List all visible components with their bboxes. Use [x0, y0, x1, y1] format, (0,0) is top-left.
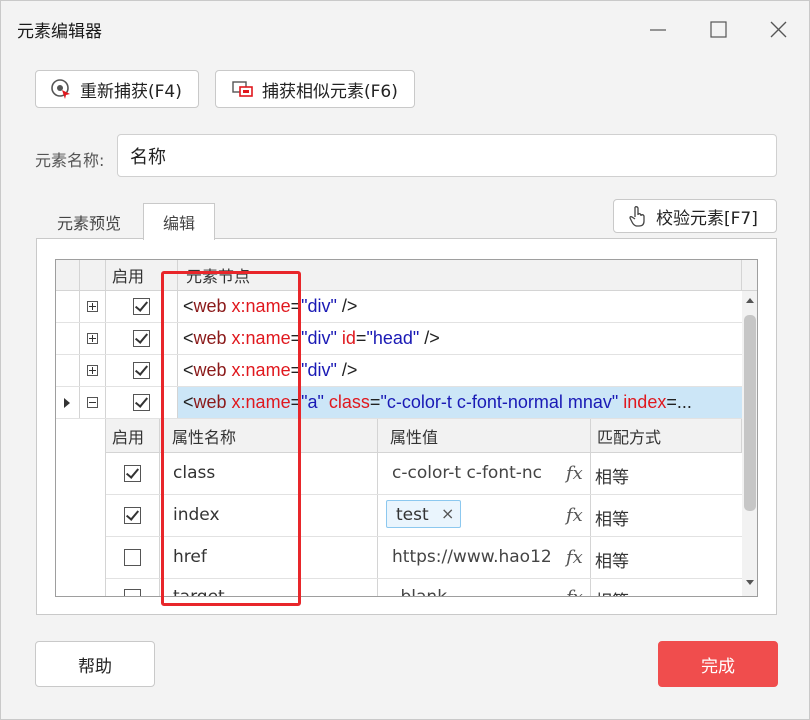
done-button[interactable]: 完成 — [658, 641, 778, 687]
recapture-label: 重新捕获(F4) — [80, 81, 182, 102]
highlight-box — [161, 271, 301, 606]
attr-value-tag[interactable]: test × — [386, 500, 461, 528]
fx-icon[interactable]: fx — [566, 547, 583, 568]
tag-text: test — [396, 505, 429, 525]
capture-similar-label: 捕获相似元素(F6) — [262, 81, 398, 102]
expand-icon[interactable] — [87, 365, 98, 376]
grid-header-indicator — [56, 260, 80, 291]
fx-icon[interactable]: fx — [566, 587, 583, 596]
maximize-button[interactable] — [695, 9, 741, 49]
code-token: "head" — [366, 328, 420, 348]
recapture-icon — [51, 79, 70, 99]
code-token: = — [355, 328, 367, 348]
tag-remove-icon[interactable]: × — [441, 504, 454, 523]
code-token: /> — [419, 328, 440, 348]
attr-header-match: 匹配方式 — [591, 419, 742, 453]
collapse-icon[interactable] — [87, 397, 98, 408]
validate-element-button[interactable]: 校验元素[F7] — [613, 199, 777, 233]
help-button[interactable]: 帮助 — [35, 641, 155, 687]
tree-row[interactable]: <web x:name="div" /> — [56, 355, 742, 387]
code-token: /> — [336, 296, 358, 316]
expand-icon[interactable] — [87, 301, 98, 312]
minimize-icon — [650, 29, 666, 31]
validate-label: 校验元素[F7] — [656, 208, 758, 229]
close-icon — [770, 21, 787, 38]
code-token: /> — [336, 360, 358, 380]
attr-match[interactable]: 相等 — [595, 463, 629, 488]
capture-similar-button[interactable]: 捕获相似元素(F6) — [215, 70, 415, 108]
hand-pointer-icon — [629, 206, 645, 227]
maximize-icon — [710, 21, 727, 38]
attr-value[interactable]: c-color-t c-font-nc — [392, 463, 550, 483]
attr-match[interactable]: 相等 — [595, 587, 629, 596]
attr-match[interactable]: 相等 — [595, 505, 629, 530]
tree-row[interactable]: <web x:name="div" /> — [56, 291, 742, 323]
window-title: 元素编辑器 — [17, 22, 102, 42]
tab-element-preview[interactable]: 元素预览 — [37, 204, 141, 239]
capture-similar-icon — [232, 81, 253, 97]
tree-row[interactable]: <web x:name="div" id="head" /> — [56, 323, 742, 355]
current-row-arrow-icon — [64, 398, 70, 408]
attr-enable-checkbox[interactable] — [124, 507, 141, 524]
minimize-button[interactable] — [634, 9, 680, 49]
tree-row-selected[interactable]: <web x:name="a" class="c-color-t c-font-… — [56, 387, 742, 419]
scroll-down-icon[interactable] — [745, 579, 755, 587]
attr-header-enable: 启用 — [106, 419, 160, 453]
grid-header-expand — [80, 260, 106, 291]
attr-value[interactable]: https://www.hao12 — [392, 547, 550, 567]
element-name-input[interactable]: 名称 — [117, 134, 777, 177]
code-token: "a" — [301, 392, 324, 412]
code-token: "div" — [301, 328, 337, 348]
row-enable-checkbox[interactable] — [133, 394, 150, 411]
code-token: =... — [666, 392, 692, 412]
vertical-scrollbar[interactable] — [742, 291, 757, 596]
code-token: id — [341, 328, 356, 348]
attr-value[interactable]: _blank — [392, 587, 550, 596]
fx-icon[interactable]: fx — [566, 505, 583, 526]
scrollbar-thumb[interactable] — [744, 315, 756, 511]
code-token: = — [369, 392, 381, 412]
attr-enable-checkbox[interactable] — [124, 465, 141, 482]
code-token: "c-color-t c-font-normal mnav" — [380, 392, 619, 412]
attr-match[interactable]: 相等 — [595, 547, 629, 572]
code-token: index — [623, 392, 667, 412]
code-token: class — [328, 392, 370, 412]
expand-icon[interactable] — [87, 333, 98, 344]
row-enable-checkbox[interactable] — [133, 362, 150, 379]
element-editor-window: 元素编辑器 重新捕获(F4) 捕获相似元素(F6) 元素名称: 名称 元素预览 … — [0, 0, 810, 720]
attr-header-value: 属性值 — [378, 419, 591, 453]
row-enable-checkbox[interactable] — [133, 298, 150, 315]
grid-header-corner — [742, 260, 757, 291]
close-button[interactable] — [755, 9, 801, 49]
attr-enable-checkbox[interactable] — [124, 589, 141, 596]
recapture-button[interactable]: 重新捕获(F4) — [35, 70, 199, 108]
scroll-up-icon[interactable] — [745, 296, 755, 304]
fx-icon[interactable]: fx — [566, 463, 583, 484]
element-name-label: 元素名称: — [35, 151, 105, 170]
row-enable-checkbox[interactable] — [133, 330, 150, 347]
attr-enable-checkbox[interactable] — [124, 549, 141, 566]
code-token: "div" — [301, 296, 337, 316]
code-token: "div" — [301, 360, 337, 380]
tab-edit[interactable]: 编辑 — [143, 203, 215, 240]
